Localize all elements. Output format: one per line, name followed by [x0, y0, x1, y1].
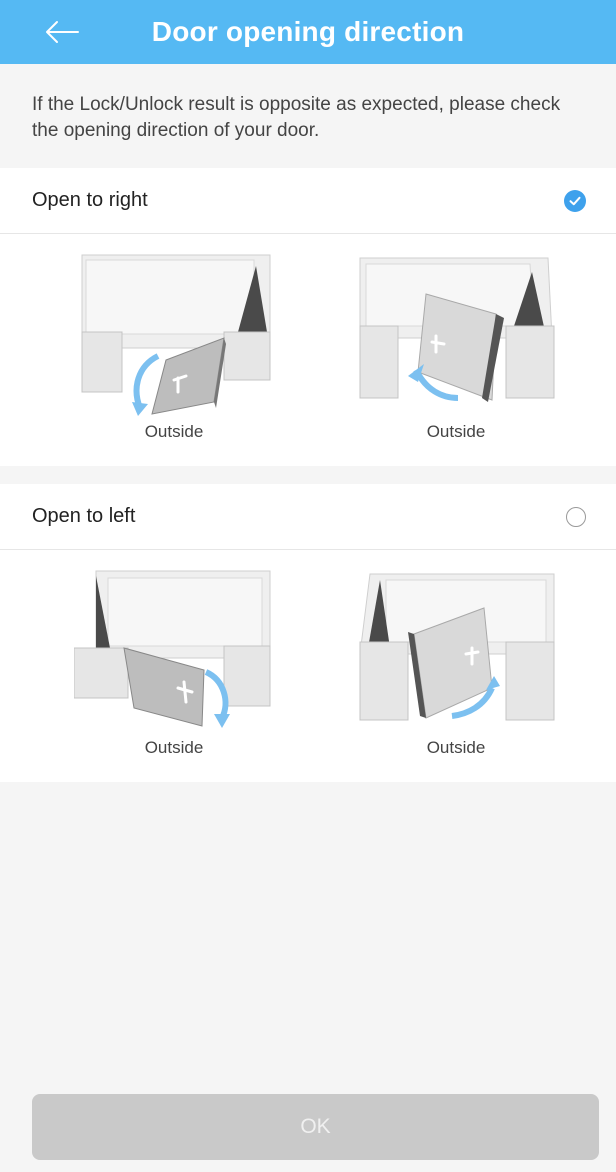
hint-panel: If the Lock/Unlock result is opposite as… [0, 64, 616, 168]
hint-text: If the Lock/Unlock result is opposite as… [32, 94, 561, 141]
option-label: Open to left [32, 505, 136, 527]
page-title: Door opening direction [151, 16, 465, 47]
back-button[interactable] [40, 12, 84, 52]
door-inward-left-illustration [359, 573, 555, 721]
section-divider [0, 466, 616, 484]
option-section-left: Open to left Outside Outside [0, 484, 616, 782]
top-bar: Door opening direction [0, 0, 616, 64]
radio-unselected-icon[interactable] [566, 506, 586, 527]
door-outward-right-illustration [81, 254, 271, 416]
door-outward-left-illustration [74, 570, 271, 728]
door-illustration-card: Outside [74, 568, 274, 758]
door-illustration-card: Outside [356, 568, 556, 758]
door-illustration-card: Outside [74, 252, 274, 442]
option-open-to-right[interactable]: Open to right [0, 168, 616, 234]
arrow-left-icon [46, 21, 79, 43]
ok-button[interactable]: OK [32, 1094, 599, 1160]
door-illustration-card: Outside [356, 252, 556, 442]
option-section-right: Open to right Outside Outside [0, 168, 616, 466]
illustration-caption: Outside [426, 738, 486, 757]
check-icon [569, 196, 581, 205]
radio-selected-icon[interactable] [564, 189, 586, 212]
illustration-caption: Outside [144, 422, 204, 441]
option-label: Open to right [32, 189, 148, 211]
illustration-caption: Outside [426, 422, 486, 441]
door-inward-right-illustration [359, 257, 555, 402]
option-open-to-left[interactable]: Open to left [0, 484, 616, 550]
illustration-caption: Outside [144, 738, 204, 757]
